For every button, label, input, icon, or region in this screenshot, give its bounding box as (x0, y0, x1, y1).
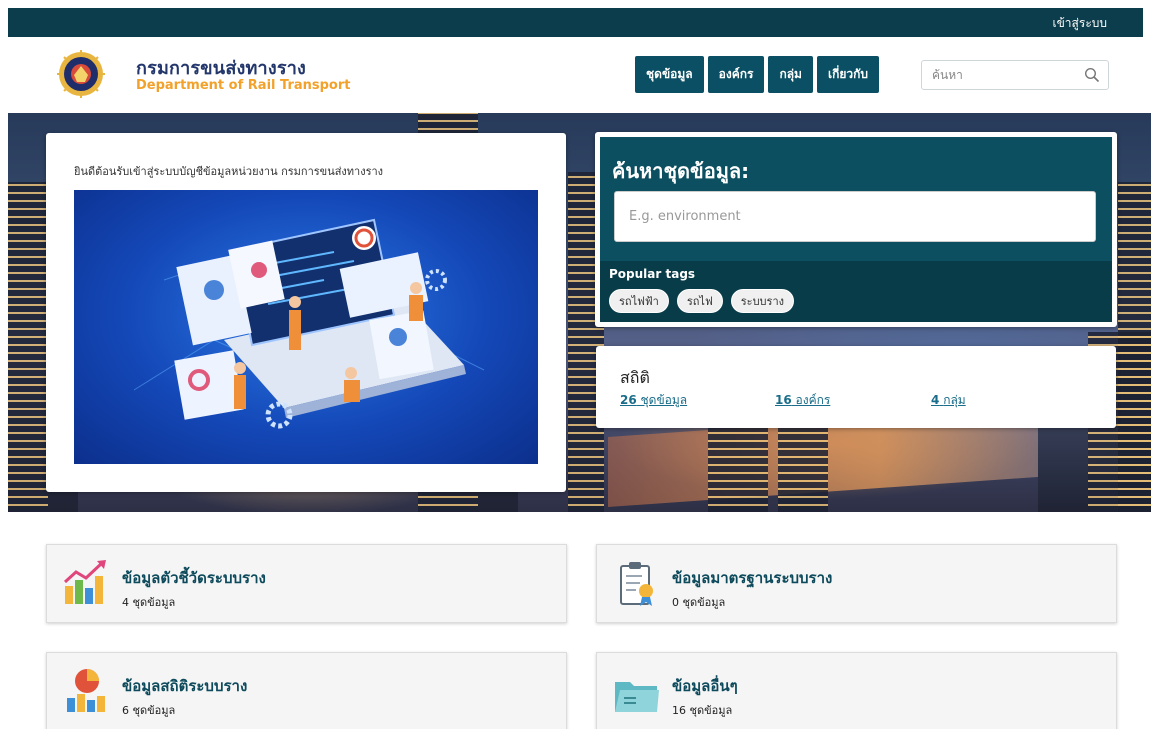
stat-groups-label: กลุ่ม (943, 393, 966, 407)
stat-organizations-label: องค์กร (795, 393, 831, 407)
popular-tags-title: Popular tags (609, 267, 696, 281)
clipboard-award-icon (620, 562, 653, 606)
popular-tags-section: Popular tags รถไฟฟ้า รถไฟ ระบบราง (600, 261, 1112, 322)
category-name[interactable]: ข้อมูลอื่นๆ (672, 674, 738, 698)
chart-growth-icon (63, 560, 106, 604)
nav-organizations[interactable]: องค์กร (707, 56, 765, 93)
tag-electric-train[interactable]: รถไฟฟ้า (609, 289, 669, 313)
search-icon[interactable] (1084, 67, 1100, 83)
category-name[interactable]: ข้อมูลมาตรฐานระบบราง (672, 566, 832, 590)
site-header: กรมการขนส่งทางราง Department of Rail Tra… (8, 37, 1143, 113)
statistics-title: สถิติ (620, 368, 650, 387)
tag-rail-system[interactable]: ระบบราง (730, 289, 794, 313)
nav-about[interactable]: เกี่ยวกับ (816, 56, 879, 93)
logo-title-english[interactable]: Department of Rail Transport (136, 78, 350, 93)
category-card-others[interactable]: ข้อมูลอื่นๆ 16 ชุดข้อมูล (596, 652, 1117, 729)
data-analytics-illustration (74, 190, 538, 464)
category-name[interactable]: ข้อมูลสถิติระบบราง (122, 674, 247, 698)
dataset-search-field (614, 191, 1096, 242)
stat-datasets-label: ชุดข้อมูล (640, 393, 688, 407)
category-count: 4 ชุดข้อมูล (122, 596, 176, 609)
stat-groups[interactable]: 4 กลุ่ม (931, 391, 966, 410)
nav-groups[interactable]: กลุ่ม (768, 56, 813, 93)
category-card-standards[interactable]: ข้อมูลมาตรฐานระบบราง 0 ชุดข้อมูล (596, 544, 1117, 623)
category-count: 6 ชุดข้อมูล (122, 704, 176, 717)
site-search (921, 60, 1109, 90)
welcome-card: ยินดีต้อนรับเข้าสู่ระบบบัญชีข้อมูลหน่วยง… (46, 133, 566, 492)
statistics-card: สถิติ 26 ชุดข้อมูล 16 องค์กร 4 กลุ่ม (596, 346, 1116, 428)
category-count: 0 ชุดข้อมูล (672, 596, 726, 609)
category-count: 16 ชุดข้อมูล (672, 704, 733, 717)
pie-bar-chart-icon (67, 669, 105, 712)
dataset-search-input[interactable] (615, 192, 1095, 241)
stat-datasets-count: 26 (620, 393, 637, 407)
dataset-search-title: ค้นหาชุดข้อมูล: (612, 159, 750, 183)
dataset-search-card: ค้นหาชุดข้อมูล: Popular tags รถไฟฟ้า รถไ… (595, 132, 1117, 327)
site-search-input[interactable] (922, 61, 1072, 89)
stat-datasets[interactable]: 26 ชุดข้อมูล (620, 391, 687, 410)
category-card-statistics[interactable]: ข้อมูลสถิติระบบราง 6 ชุดข้อมูล (46, 652, 567, 729)
tag-train[interactable]: รถไฟ (676, 289, 723, 313)
folder-icon (615, 682, 659, 712)
main-nav: ชุดข้อมูล องค์กร กลุ่ม เกี่ยวกับ (635, 56, 879, 93)
popular-tags-list: รถไฟฟ้า รถไฟ ระบบราง (609, 289, 794, 313)
dataset-search-panel: ค้นหาชุดข้อมูล: Popular tags รถไฟฟ้า รถไ… (600, 137, 1112, 322)
top-bar: เข้าสู่ระบบ (8, 8, 1143, 37)
category-name[interactable]: ข้อมูลตัวชี้วัดระบบราง (122, 566, 266, 590)
category-card-indicators[interactable]: ข้อมูลตัวชี้วัดระบบราง 4 ชุดข้อมูล (46, 544, 567, 623)
welcome-text: ยินดีต้อนรับเข้าสู่ระบบบัญชีข้อมูลหน่วยง… (74, 165, 384, 178)
nav-datasets[interactable]: ชุดข้อมูล (635, 56, 704, 93)
stat-groups-count: 4 (931, 393, 940, 407)
stat-organizations-count: 16 (775, 393, 792, 407)
stat-organizations[interactable]: 16 องค์กร (775, 391, 830, 410)
login-link[interactable]: เข้าสู่ระบบ (1053, 14, 1108, 33)
department-emblem-icon[interactable] (56, 49, 106, 99)
